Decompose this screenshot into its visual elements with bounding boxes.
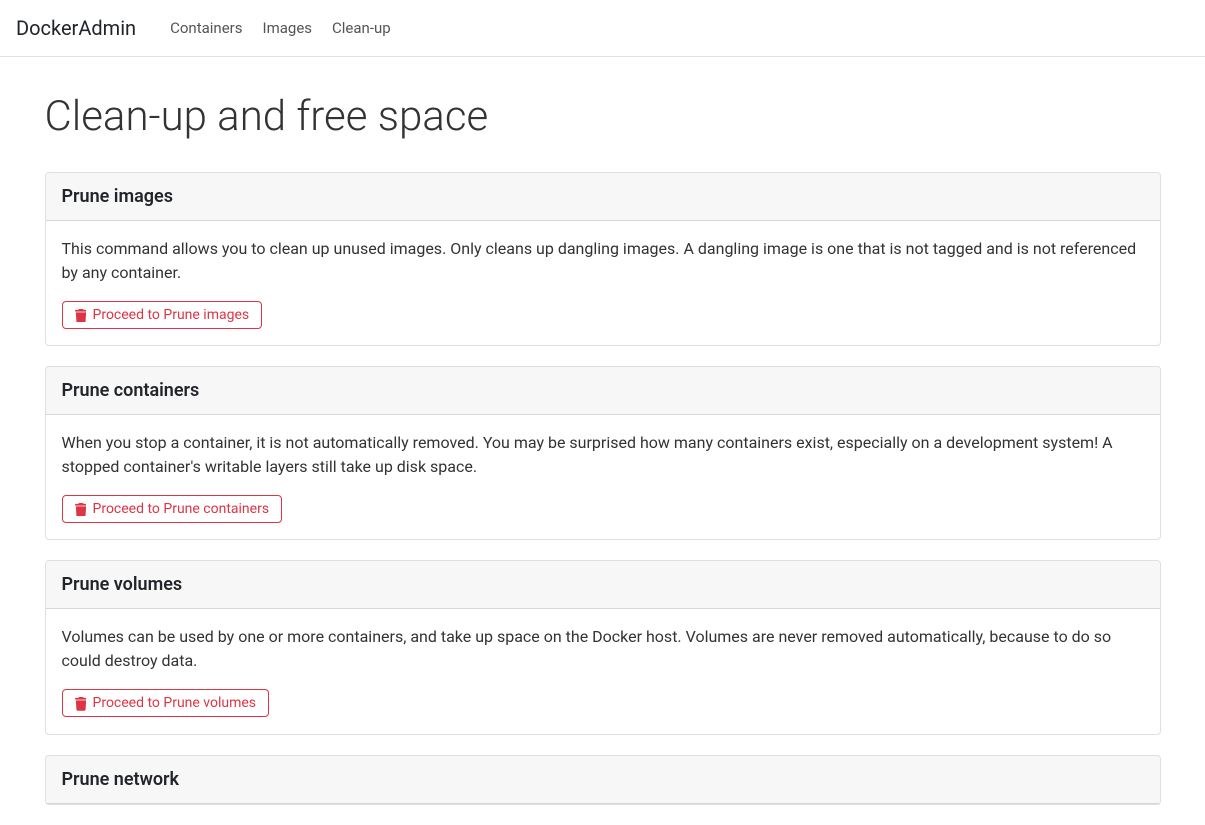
card-prune-volumes: Prune volumes Volumes can be used by one… [45, 560, 1161, 734]
trash-icon [75, 503, 87, 516]
card-prune-images: Prune images This command allows you to … [45, 172, 1161, 346]
main-container: Clean-up and free space Prune images Thi… [33, 85, 1173, 805]
card-header: Prune network [46, 756, 1160, 804]
card-header: Prune containers [46, 367, 1160, 415]
card-header: Prune volumes [46, 561, 1160, 609]
card-prune-network: Prune network [45, 755, 1161, 805]
button-label: Proceed to Prune volumes [93, 695, 257, 711]
card-desc: Volumes can be used by one or more conta… [62, 625, 1144, 673]
card-desc: This command allows you to clean up unus… [62, 237, 1144, 285]
trash-icon [75, 697, 87, 710]
card-body: Volumes can be used by one or more conta… [46, 609, 1160, 733]
button-label: Proceed to Prune containers [93, 501, 270, 517]
navbar: DockerAdmin Containers Images Clean-up [0, 0, 1205, 57]
nav-images[interactable]: Images [253, 9, 323, 48]
card-prune-containers: Prune containers When you stop a contain… [45, 366, 1161, 540]
button-label: Proceed to Prune images [93, 307, 250, 323]
card-header: Prune images [46, 173, 1160, 221]
page-title: Clean-up and free space [45, 85, 1161, 148]
prune-volumes-button[interactable]: Proceed to Prune volumes [62, 689, 270, 717]
card-desc: When you stop a container, it is not aut… [62, 431, 1144, 479]
card-body: When you stop a container, it is not aut… [46, 415, 1160, 539]
nav-containers[interactable]: Containers [160, 9, 252, 48]
nav-cleanup[interactable]: Clean-up [322, 9, 401, 48]
trash-icon [75, 309, 87, 322]
brand-link[interactable]: DockerAdmin [16, 8, 136, 48]
prune-images-button[interactable]: Proceed to Prune images [62, 301, 263, 329]
card-body: This command allows you to clean up unus… [46, 221, 1160, 345]
prune-containers-button[interactable]: Proceed to Prune containers [62, 495, 283, 523]
